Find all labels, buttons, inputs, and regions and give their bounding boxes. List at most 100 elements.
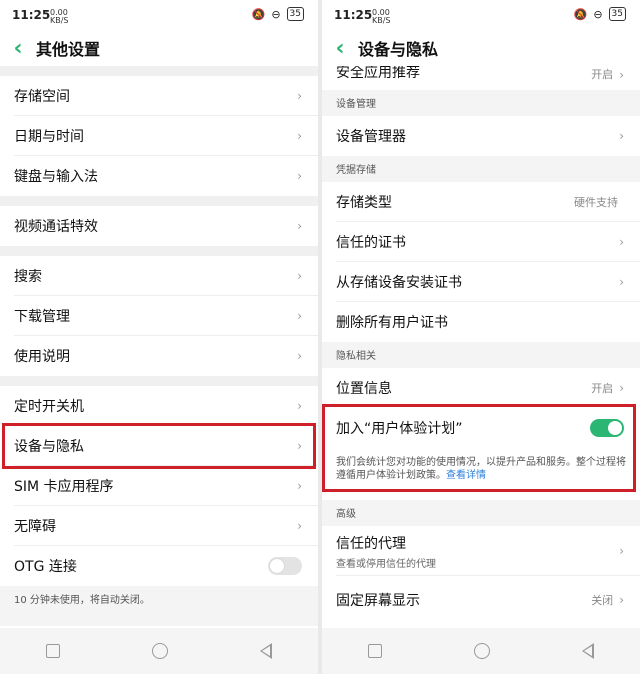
section-gap bbox=[0, 376, 318, 386]
chevron-right-icon: › bbox=[619, 544, 624, 558]
recents-icon[interactable] bbox=[368, 644, 382, 658]
settings-item-trust-agents[interactable]: 信任的代理 查看或停用信任的代理 › bbox=[322, 526, 640, 576]
chevron-right-icon: › bbox=[297, 269, 302, 283]
status-icons: 🔕 ⊖ 35 bbox=[252, 7, 304, 21]
chevron-right-icon: › bbox=[619, 235, 624, 249]
battery-icon: 35 bbox=[608, 7, 626, 21]
battery-icon: 35 bbox=[286, 7, 304, 21]
item-label: 搜索 bbox=[14, 269, 42, 285]
chevron-right-icon: › bbox=[619, 129, 624, 143]
item-label: 存储空间 bbox=[14, 89, 70, 105]
item-label: 存储类型 bbox=[336, 195, 392, 211]
settings-item-accessibility[interactable]: 无障碍 › bbox=[0, 506, 318, 546]
chevron-right-icon: › bbox=[619, 275, 624, 289]
chevron-right-icon: › bbox=[297, 219, 302, 233]
status-icons: 🔕 ⊖ 35 bbox=[574, 7, 626, 21]
settings-item-screen-pin[interactable]: 固定屏幕显示 关闭 › bbox=[322, 580, 640, 620]
left-screen: 11:25 0.00 KB/S 🔕 ⊖ 35 ‹ 其他设置 存储空间 › 日期与时… bbox=[0, 0, 318, 674]
item-label: 键盘与输入法 bbox=[14, 169, 98, 185]
title-bar: ‹ 设备与隐私 bbox=[322, 30, 640, 66]
back-icon[interactable] bbox=[260, 643, 272, 659]
recents-icon[interactable] bbox=[46, 644, 60, 658]
item-label-group: 信任的代理查看或停用信任的代理 bbox=[336, 533, 619, 570]
item-value: 开启 bbox=[591, 68, 614, 81]
item-label: 信任的证书 bbox=[336, 235, 406, 251]
highlight-box bbox=[2, 423, 316, 469]
settings-item-datetime[interactable]: 日期与时间 › bbox=[0, 116, 318, 156]
item-value: 关闭 bbox=[591, 594, 614, 607]
right-screen: 11:25 0.00 KB/S 🔕 ⊖ 35 安全应用推荐 开启 › ‹ 设备与隐私… bbox=[322, 0, 640, 674]
navigation-bar bbox=[322, 628, 640, 674]
settings-item-device-manager[interactable]: 设备管理器 › bbox=[322, 116, 640, 156]
item-label: 固定屏幕显示 bbox=[336, 593, 420, 609]
settings-item-video-effects[interactable]: 视频通话特效 › bbox=[0, 206, 318, 246]
chevron-right-icon: › bbox=[297, 519, 302, 533]
chevron-right-icon: › bbox=[297, 169, 302, 183]
alarm-icon: ⊖ bbox=[593, 7, 603, 21]
chevron-right-icon: › bbox=[619, 381, 624, 395]
chevron-right-icon: › bbox=[297, 309, 302, 323]
item-label: 定时开关机 bbox=[14, 399, 84, 415]
item-label: 无障碍 bbox=[14, 519, 56, 535]
otg-footer-note: 10 分钟未使用，将自动关闭。 bbox=[0, 586, 318, 626]
network-speed: 0.00 KB/S bbox=[50, 8, 69, 25]
section-gap bbox=[0, 196, 318, 206]
otg-toggle[interactable] bbox=[268, 557, 302, 575]
item-label: 视频通话特效 bbox=[14, 219, 98, 235]
back-arrow-icon[interactable]: ‹ bbox=[0, 36, 36, 61]
status-time: 11:25 bbox=[334, 8, 373, 22]
item-value: 硬件支持 bbox=[574, 196, 618, 209]
section-header-device: 设备管理 bbox=[322, 90, 640, 118]
chevron-right-icon: › bbox=[619, 593, 624, 607]
page-title: 其他设置 bbox=[36, 40, 101, 59]
back-arrow-icon[interactable]: ‹ bbox=[322, 36, 358, 61]
back-icon[interactable] bbox=[582, 643, 594, 659]
settings-item-keyboard[interactable]: 键盘与输入法 › bbox=[0, 156, 318, 196]
chevron-right-icon: › bbox=[297, 399, 302, 413]
chevron-right-icon: › bbox=[297, 89, 302, 103]
title-bar: ‹ 其他设置 bbox=[0, 30, 318, 66]
home-icon[interactable] bbox=[152, 643, 168, 659]
chevron-right-icon: › bbox=[297, 129, 302, 143]
item-label: 使用说明 bbox=[14, 349, 70, 365]
status-bar: 11:25 0.00 KB/S 🔕 ⊖ 35 bbox=[0, 0, 318, 30]
item-sublabel: 查看或停用信任的代理 bbox=[336, 558, 436, 570]
section-gap bbox=[0, 66, 318, 76]
chevron-right-icon: › bbox=[297, 479, 302, 493]
settings-item-search[interactable]: 搜索 › bbox=[0, 256, 318, 296]
toggle-knob bbox=[270, 559, 284, 573]
settings-item-schedule-power[interactable]: 定时开关机 › bbox=[0, 386, 318, 426]
item-label: 删除所有用户证书 bbox=[336, 315, 448, 331]
item-label: 下载管理 bbox=[14, 309, 70, 325]
settings-item-delete-certs[interactable]: 删除所有用户证书 bbox=[322, 302, 640, 342]
settings-item-otg[interactable]: OTG 连接 bbox=[0, 546, 318, 586]
status-bar: 11:25 0.00 KB/S 🔕 ⊖ 35 bbox=[322, 0, 640, 30]
home-icon[interactable] bbox=[474, 643, 490, 659]
item-label: 设备管理器 bbox=[336, 129, 406, 145]
item-label: OTG 连接 bbox=[14, 559, 77, 575]
settings-item-storage-type[interactable]: 存储类型 硬件支持 bbox=[322, 182, 640, 222]
mute-icon: 🔕 bbox=[573, 7, 588, 21]
network-speed: 0.00 KB/S bbox=[372, 8, 391, 25]
chevron-right-icon: › bbox=[297, 349, 302, 363]
section-header-privacy: 隐私相关 bbox=[322, 342, 640, 370]
highlight-box bbox=[322, 404, 636, 492]
item-label: 从存储设备安装证书 bbox=[336, 275, 462, 291]
settings-item-downloads[interactable]: 下载管理 › bbox=[0, 296, 318, 336]
chevron-right-icon: › bbox=[619, 68, 624, 82]
settings-item-trusted-certs[interactable]: 信任的证书 › bbox=[322, 222, 640, 262]
item-label: 位置信息 bbox=[336, 381, 392, 397]
page-title: 设备与隐私 bbox=[358, 40, 439, 59]
settings-item-manual[interactable]: 使用说明 › bbox=[0, 336, 318, 376]
item-label: 日期与时间 bbox=[14, 129, 84, 145]
settings-item-storage[interactable]: 存储空间 › bbox=[0, 76, 318, 116]
settings-item-sim-apps[interactable]: SIM 卡应用程序 › bbox=[0, 466, 318, 506]
item-label: 信任的代理 bbox=[336, 535, 406, 552]
section-header-credentials: 凭据存储 bbox=[322, 156, 640, 184]
settings-item-location[interactable]: 位置信息 开启 › bbox=[322, 368, 640, 408]
item-label: SIM 卡应用程序 bbox=[14, 479, 114, 495]
navigation-bar bbox=[0, 628, 318, 674]
section-header-advanced: 高级 bbox=[322, 500, 640, 528]
section-gap bbox=[0, 246, 318, 256]
settings-item-install-certs[interactable]: 从存储设备安装证书 › bbox=[322, 262, 640, 302]
